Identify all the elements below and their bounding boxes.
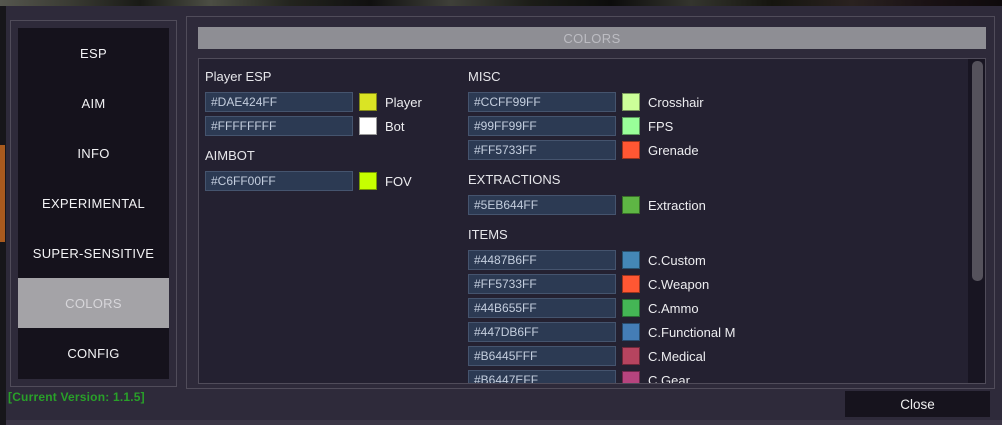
color-row-label: Grenade bbox=[648, 143, 699, 158]
color-section: EXTRACTIONS Extraction bbox=[468, 172, 948, 215]
color-swatch[interactable] bbox=[622, 275, 640, 293]
sidebar-item-super-sensitive[interactable]: SUPER-SENSITIVE bbox=[18, 228, 169, 278]
color-section: MISC Crosshair FPS Grenade bbox=[468, 69, 948, 160]
game-background-object bbox=[0, 145, 5, 242]
hex-color-input[interactable] bbox=[468, 140, 616, 160]
colors-header-title: COLORS bbox=[563, 31, 620, 46]
color-swatch[interactable] bbox=[359, 172, 377, 190]
section-title: Player ESP bbox=[205, 69, 463, 85]
colors-header-bar: COLORS bbox=[198, 27, 986, 49]
sidebar-item-experimental[interactable]: EXPERIMENTAL bbox=[18, 178, 169, 228]
hex-color-input[interactable] bbox=[468, 346, 616, 366]
section-rows: FOV bbox=[205, 171, 463, 191]
color-row: Extraction bbox=[468, 195, 948, 215]
color-row: Grenade bbox=[468, 140, 948, 160]
color-swatch[interactable] bbox=[622, 251, 640, 269]
color-row-label: Player bbox=[385, 95, 422, 110]
color-row-label: Bot bbox=[385, 119, 405, 134]
color-row-label: FOV bbox=[385, 174, 412, 189]
section-title: EXTRACTIONS bbox=[468, 172, 948, 188]
color-section: AIMBOT FOV bbox=[205, 148, 463, 191]
color-swatch[interactable] bbox=[359, 93, 377, 111]
color-row-label: C.Gear bbox=[648, 373, 690, 385]
color-swatch[interactable] bbox=[622, 141, 640, 159]
hex-color-input[interactable] bbox=[468, 298, 616, 318]
section-rows: Crosshair FPS Grenade bbox=[468, 92, 948, 160]
colors-column-right: MISC Crosshair FPS Grenade EXTRACTIONS E… bbox=[468, 63, 948, 384]
color-swatch[interactable] bbox=[622, 117, 640, 135]
hex-color-input[interactable] bbox=[205, 116, 353, 136]
color-row-label: C.Custom bbox=[648, 253, 706, 268]
color-row-label: Crosshair bbox=[648, 95, 704, 110]
color-swatch[interactable] bbox=[359, 117, 377, 135]
sidebar: ESP AIM INFO EXPERIMENTAL SUPER-SENSITIV… bbox=[10, 20, 177, 387]
color-swatch[interactable] bbox=[622, 347, 640, 365]
sidebar-item-label: COLORS bbox=[65, 296, 122, 311]
color-swatch[interactable] bbox=[622, 323, 640, 341]
sidebar-item-label: INFO bbox=[77, 146, 109, 161]
color-row: C.Gear bbox=[468, 370, 948, 384]
scrollbar-thumb[interactable] bbox=[972, 61, 983, 281]
hex-color-input[interactable] bbox=[468, 92, 616, 112]
sidebar-item-list: ESP AIM INFO EXPERIMENTAL SUPER-SENSITIV… bbox=[18, 28, 169, 379]
sidebar-item-label: CONFIG bbox=[67, 346, 119, 361]
sidebar-item-esp[interactable]: ESP bbox=[18, 28, 169, 78]
color-row: FOV bbox=[205, 171, 463, 191]
section-title: ITEMS bbox=[468, 227, 948, 243]
color-row-label: Extraction bbox=[648, 198, 706, 213]
cheat-menu-window: ESP AIM INFO EXPERIMENTAL SUPER-SENSITIV… bbox=[6, 6, 1002, 425]
color-swatch[interactable] bbox=[622, 196, 640, 214]
sidebar-item-aim[interactable]: AIM bbox=[18, 78, 169, 128]
hex-color-input[interactable] bbox=[205, 92, 353, 112]
close-button[interactable]: Close bbox=[845, 391, 990, 417]
color-row: Crosshair bbox=[468, 92, 948, 112]
sidebar-item-label: SUPER-SENSITIVE bbox=[33, 246, 155, 261]
sidebar-item-label: EXPERIMENTAL bbox=[42, 196, 145, 211]
hex-color-input[interactable] bbox=[468, 195, 616, 215]
color-row: Bot bbox=[205, 116, 463, 136]
color-row: Player bbox=[205, 92, 463, 112]
color-row-label: C.Weapon bbox=[648, 277, 709, 292]
hex-color-input[interactable] bbox=[205, 171, 353, 191]
hex-color-input[interactable] bbox=[468, 274, 616, 294]
color-row: C.Weapon bbox=[468, 274, 948, 294]
color-row: C.Custom bbox=[468, 250, 948, 270]
color-swatch[interactable] bbox=[622, 93, 640, 111]
hex-color-input[interactable] bbox=[468, 116, 616, 136]
section-title: MISC bbox=[468, 69, 948, 85]
color-row: C.Medical bbox=[468, 346, 948, 366]
color-row: FPS bbox=[468, 116, 948, 136]
color-section: ITEMS C.Custom C.Weapon C.Ammo C.Functio… bbox=[468, 227, 948, 384]
sidebar-item-label: ESP bbox=[80, 46, 107, 61]
sidebar-item-colors[interactable]: COLORS bbox=[18, 278, 169, 328]
colors-column-left: Player ESP Player Bot AIMBOT FOV bbox=[205, 63, 463, 195]
version-label: [Current Version: 1.1.5] bbox=[8, 390, 145, 404]
scrollbar-track[interactable] bbox=[968, 59, 985, 383]
section-rows: Extraction bbox=[468, 195, 948, 215]
section-title: AIMBOT bbox=[205, 148, 463, 164]
color-swatch[interactable] bbox=[622, 371, 640, 384]
main-region: COLORS Player ESP Player Bot AIMBOT FOV … bbox=[186, 16, 995, 389]
color-row-label: FPS bbox=[648, 119, 673, 134]
color-swatch[interactable] bbox=[622, 299, 640, 317]
section-rows: Player Bot bbox=[205, 92, 463, 136]
colors-panel: Player ESP Player Bot AIMBOT FOV MISC Cr… bbox=[198, 58, 986, 384]
hex-color-input[interactable] bbox=[468, 250, 616, 270]
sidebar-item-label: AIM bbox=[81, 96, 105, 111]
sidebar-item-config[interactable]: CONFIG bbox=[18, 328, 169, 378]
section-rows: C.Custom C.Weapon C.Ammo C.Functional M … bbox=[468, 250, 948, 384]
hex-color-input[interactable] bbox=[468, 322, 616, 342]
color-row-label: C.Medical bbox=[648, 349, 706, 364]
color-section: Player ESP Player Bot bbox=[205, 69, 463, 136]
hex-color-input[interactable] bbox=[468, 370, 616, 384]
color-row: C.Ammo bbox=[468, 298, 948, 318]
color-row-label: C.Ammo bbox=[648, 301, 699, 316]
color-row: C.Functional M bbox=[468, 322, 948, 342]
sidebar-item-info[interactable]: INFO bbox=[18, 128, 169, 178]
color-row-label: C.Functional M bbox=[648, 325, 735, 340]
